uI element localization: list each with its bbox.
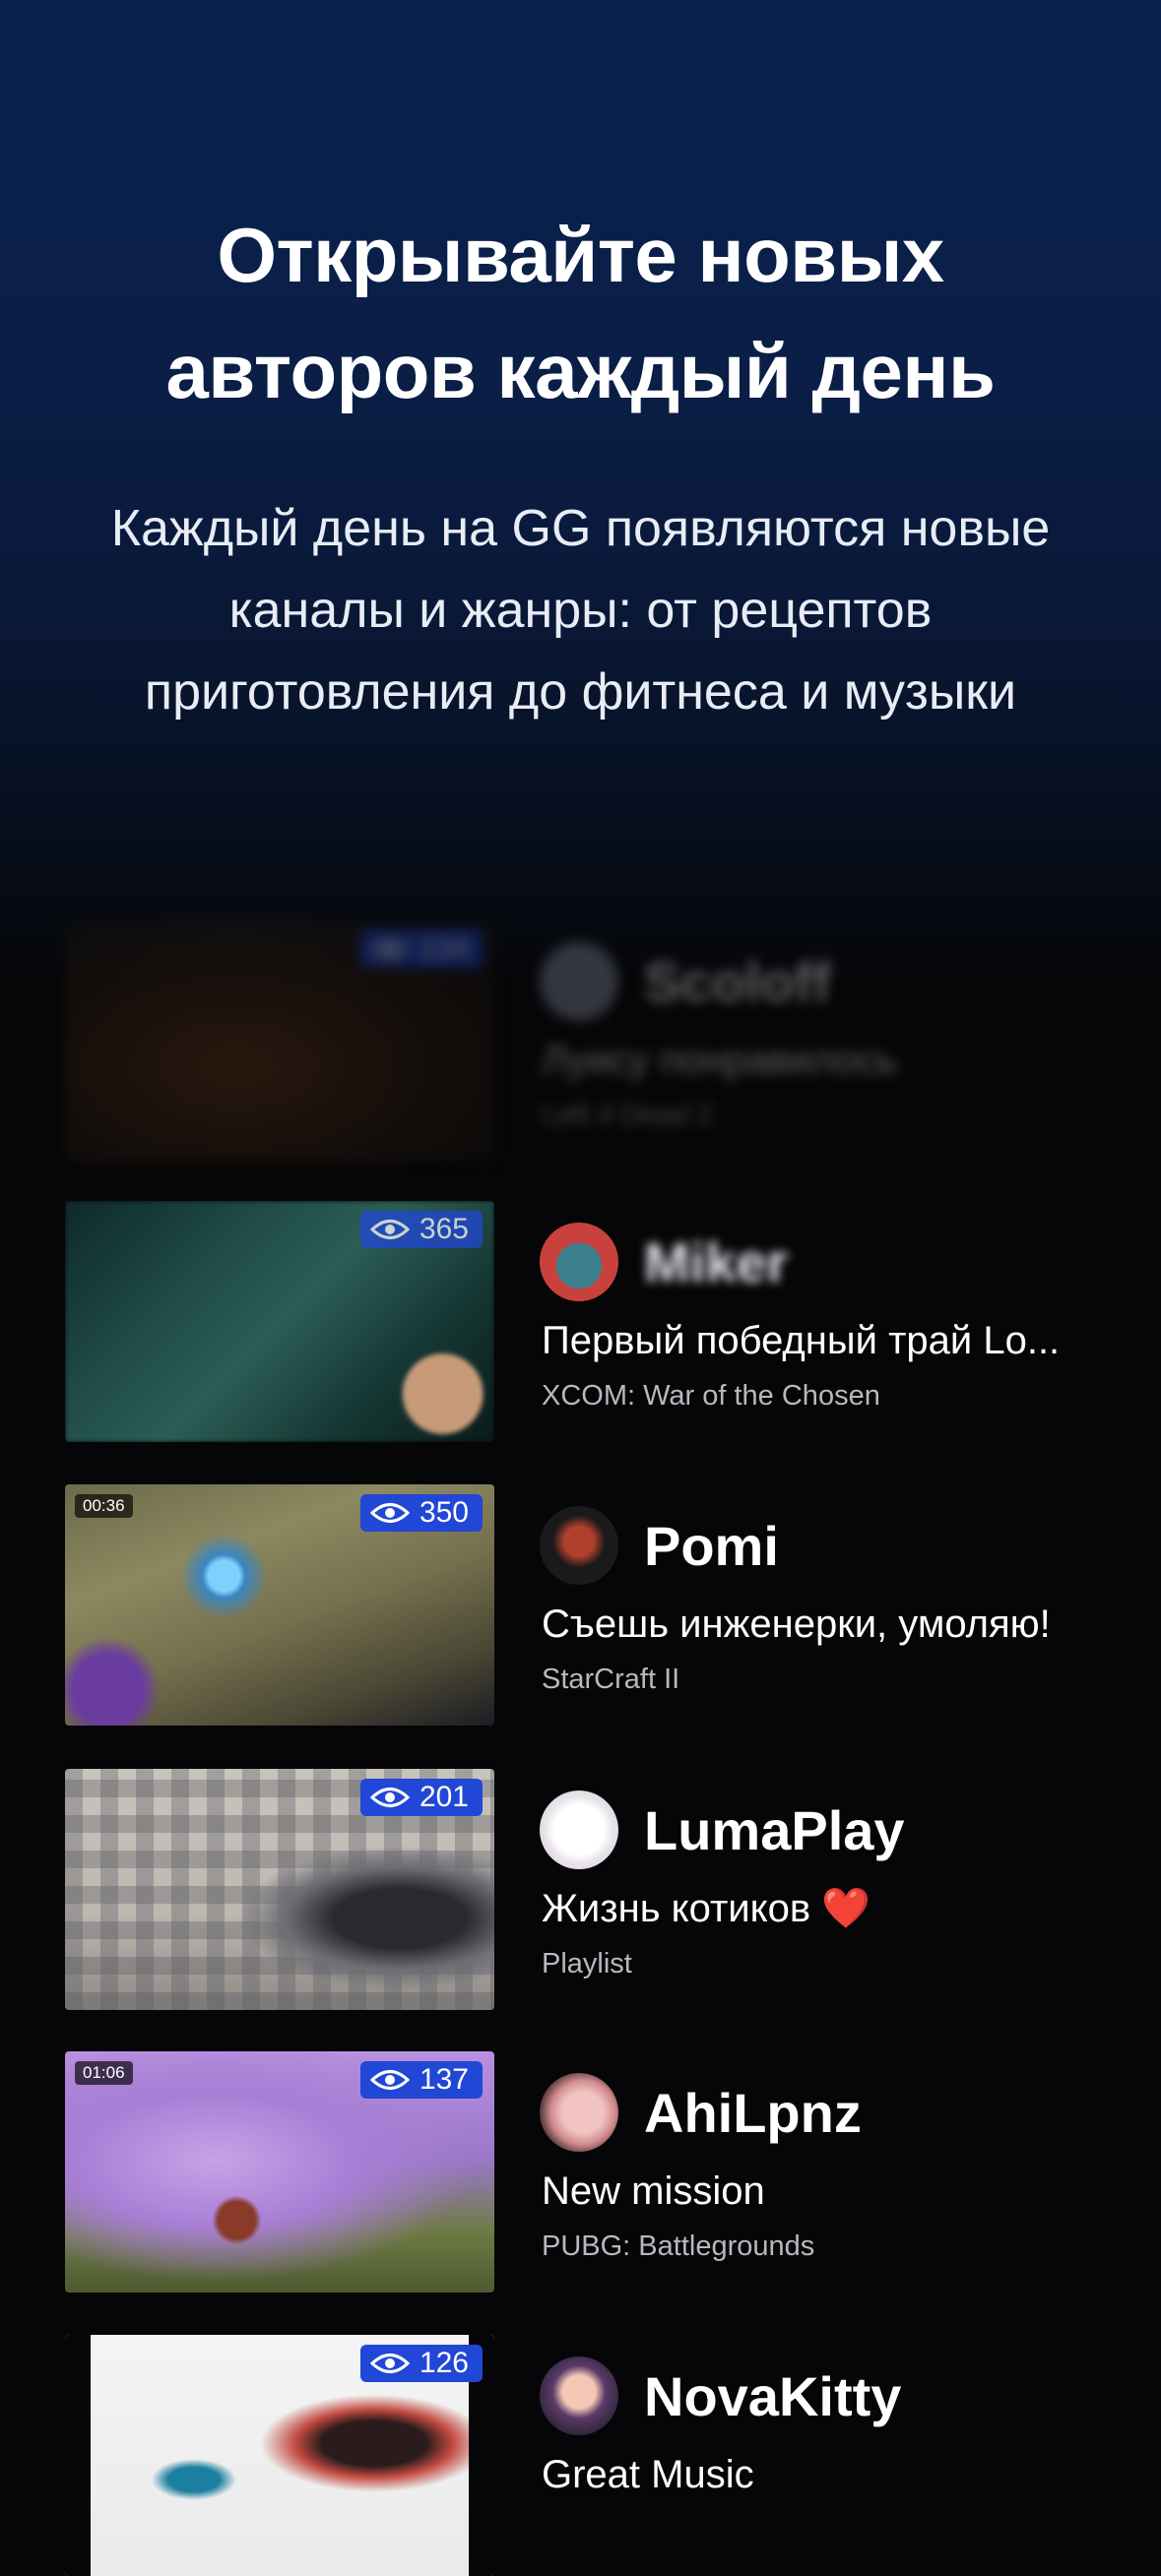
views-badge: 350 [359, 1494, 483, 1532]
avatar[interactable] [540, 2073, 618, 2152]
eye-icon [369, 2354, 410, 2373]
views-badge: 134 [359, 930, 483, 968]
eye-icon [369, 1788, 410, 1807]
stream-title[interactable]: Съешь инженерки, умоляю! [542, 1598, 1051, 1651]
game-name[interactable]: Left 4 Dead 2 [542, 1096, 713, 1135]
stream-thumbnail[interactable]: 01:06 137 [65, 2051, 494, 2293]
stream-thumbnail[interactable]: 126 [65, 2335, 494, 2576]
avatar[interactable] [540, 2356, 618, 2435]
eye-icon [369, 2070, 410, 2090]
hero-subtitle-line-3: приготовления до фитнеса и музыки [144, 663, 1017, 721]
avatar[interactable] [540, 942, 618, 1021]
hero-subtitle-line-1: Каждый день на GG появляются новые [110, 500, 1051, 557]
author-name[interactable]: AhiLpnz [644, 2079, 862, 2148]
stream-thumbnail[interactable]: 365 [65, 1201, 494, 1442]
game-name[interactable]: XCOM: War of the Chosen [542, 1376, 880, 1415]
avatar[interactable] [540, 1506, 618, 1585]
stream-title[interactable]: New mission [542, 2165, 765, 2218]
author-name[interactable]: Miker [644, 1228, 788, 1297]
stream-title[interactable]: Жизнь котиков ❤️ [542, 1882, 871, 1935]
views-count: 126 [419, 2347, 469, 2379]
duration-badge: 00:36 [75, 1494, 133, 1518]
avatar[interactable] [540, 1223, 618, 1301]
author-name[interactable]: NovaKitty [644, 2362, 901, 2431]
hero-title-line-1: Открывайте новых [217, 212, 944, 298]
views-badge: 365 [359, 1211, 483, 1248]
views-count: 350 [419, 1496, 469, 1529]
eye-icon [369, 939, 410, 959]
eye-icon [369, 1220, 410, 1239]
views-count: 137 [419, 2063, 469, 2096]
stream-card[interactable]: 134 Scoloff Луису понравилось Left 4 Dea… [0, 920, 1161, 1162]
game-name[interactable]: PUBG: Battlegrounds [542, 2227, 814, 2266]
author-name[interactable]: Scoloff [644, 948, 831, 1017]
stream-card[interactable]: 126 NovaKitty Great Music [0, 2335, 1161, 2576]
views-badge: 201 [359, 1779, 483, 1816]
stream-card[interactable]: 201 LumaPlay Жизнь котиков ❤️ Playlist [0, 1769, 1161, 2010]
stream-thumbnail[interactable]: 201 [65, 1769, 494, 2010]
stream-thumbnail[interactable]: 00:36 350 [65, 1484, 494, 1726]
hero-subtitle-line-2: каналы и жанры: от рецептов [228, 582, 933, 639]
views-badge: 137 [359, 2061, 483, 2099]
views-count: 134 [419, 932, 469, 965]
stream-title[interactable]: Great Music [542, 2448, 754, 2501]
duration-badge: 01:06 [75, 2061, 133, 2085]
stream-title[interactable]: Первый победный трай Lo... [542, 1314, 1060, 1367]
stream-card[interactable]: 365 Miker Первый победный трай Lo... XCO… [0, 1201, 1161, 1442]
stream-card[interactable]: 00:36 350 Pomi Съешь инженерки, умоляю! … [0, 1484, 1161, 1726]
avatar[interactable] [540, 1791, 618, 1869]
author-name[interactable]: Pomi [644, 1512, 779, 1581]
views-badge: 126 [359, 2345, 483, 2382]
hero-subtitle: Каждый день на GG появляются новые канал… [59, 488, 1102, 733]
views-count: 365 [419, 1213, 469, 1245]
hero-title-line-2: авторов каждый день [165, 328, 996, 414]
game-name[interactable]: Playlist [542, 1944, 632, 1983]
views-count: 201 [419, 1781, 469, 1813]
game-name[interactable]: StarCraft II [542, 1660, 679, 1699]
stream-card[interactable]: 01:06 137 AhiLpnz New mission PUBG: Batt… [0, 2051, 1161, 2293]
hero-title: Открывайте новых авторов каждый день [0, 197, 1161, 429]
author-name[interactable]: LumaPlay [644, 1796, 905, 1865]
hero-section: Открывайте новых авторов каждый день Каж… [0, 197, 1161, 733]
stream-thumbnail[interactable]: 134 [65, 920, 494, 1162]
eye-icon [369, 1503, 410, 1523]
stream-title[interactable]: Луису понравилось [542, 1034, 897, 1087]
